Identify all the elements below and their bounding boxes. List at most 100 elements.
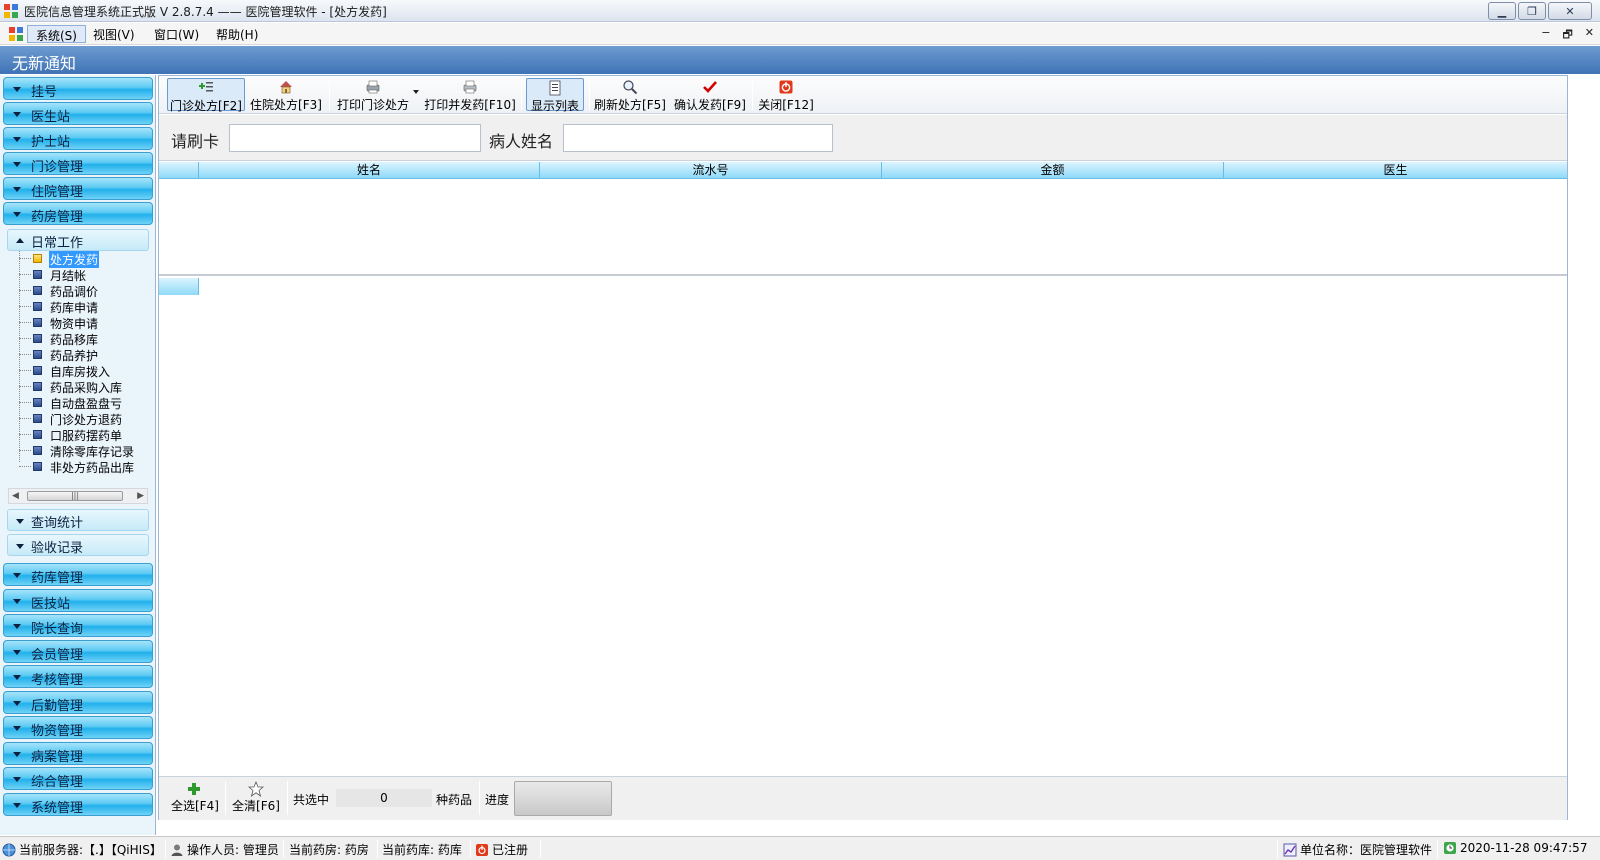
sidebar-module-medtech[interactable]: 医技站 — [3, 589, 153, 612]
star-icon — [248, 781, 264, 797]
column-header-serial[interactable]: 流水号 — [540, 162, 882, 179]
status-bar: 当前服务器:【.】【QiHIS】 操作人员: 管理员 当前药房: 药房 当前药库… — [0, 836, 1600, 860]
bottombar-separator — [287, 781, 288, 815]
sidebar-module-assessment[interactable]: 考核管理 — [3, 665, 153, 688]
server-status: 当前服务器:【.】【QiHIS】 — [2, 841, 162, 858]
minimize-icon[interactable]: ▁ — [1488, 2, 1516, 20]
inpatient-prescription-button[interactable]: 住院处方[F3] — [249, 78, 323, 112]
status-separator — [470, 840, 471, 858]
patient-name-label: 病人姓名 — [489, 132, 554, 151]
selected-count: 0 — [336, 789, 432, 807]
chevron-down-icon — [13, 650, 21, 655]
sidebar-module-doctor[interactable]: 医生站 — [3, 102, 153, 125]
chevron-down-icon — [13, 87, 21, 92]
sidebar-module-inpatient[interactable]: 住院管理 — [3, 177, 153, 200]
toolbar-separator — [589, 80, 590, 110]
print-outpatient-button[interactable]: 打印门诊处方 — [333, 78, 413, 112]
user-icon — [171, 844, 183, 856]
sidebar-module-registration[interactable]: 挂号 — [3, 77, 153, 100]
document-icon — [33, 350, 42, 359]
card-input[interactable] — [229, 124, 481, 152]
column-header-name[interactable]: 姓名 — [199, 162, 540, 179]
status-separator — [283, 840, 284, 858]
dropdown-arrow-icon[interactable] — [413, 90, 419, 94]
window-title: 医院信息管理系统正式版 V 2.8.7.4 —— 医院管理软件 - [处方发药] — [24, 5, 387, 19]
sidebar-module-system[interactable]: 系统管理 — [3, 793, 153, 816]
refresh-prescription-button[interactable]: 刷新处方[F5] — [593, 78, 667, 112]
sidebar-module-membership[interactable]: 会员管理 — [3, 640, 153, 663]
column-header-doctor[interactable]: 医生 — [1224, 162, 1567, 179]
chevron-down-icon — [13, 573, 21, 578]
close-icon[interactable]: ✕ — [1548, 2, 1592, 20]
grid-header: 姓名 流水号 金额 医生 — [159, 162, 1567, 179]
document-icon — [33, 286, 42, 295]
plus-icon — [188, 783, 200, 795]
sidebar-module-warehouse[interactable]: 药库管理 — [3, 563, 153, 586]
select-all-button[interactable]: 全选[F4] — [171, 780, 219, 814]
document-icon — [33, 302, 42, 311]
document-icon — [33, 414, 42, 423]
restore-icon[interactable]: ❐ — [1518, 2, 1546, 20]
chart-icon — [1283, 843, 1297, 857]
prescription-grid[interactable]: 姓名 流水号 金额 医生 — [159, 162, 1567, 276]
selected-prefix-label: 共选中 — [293, 793, 330, 807]
sidebar-module-general[interactable]: 综合管理 — [3, 767, 153, 790]
group-acceptance-records[interactable]: 验收记录 — [7, 534, 149, 556]
clear-all-button[interactable]: 全清[F6] — [231, 780, 281, 814]
menu-system[interactable]: 系统(S) — [27, 25, 86, 43]
menu-view[interactable]: 视图(V) — [85, 25, 143, 43]
menu-window[interactable]: 窗口(W) — [146, 25, 207, 43]
notice-bar: 无新通知 — [0, 46, 1600, 74]
sidebar-module-records[interactable]: 病案管理 — [3, 742, 153, 765]
list-icon — [549, 80, 561, 96]
scroll-thumb[interactable]: ||| — [27, 491, 123, 501]
print-and-dispense-button[interactable]: 打印并发药[F10] — [423, 78, 517, 112]
chevron-down-icon — [16, 519, 24, 524]
document-icon — [33, 366, 42, 375]
tree-horizontal-scrollbar[interactable]: ◀ ||| ▶ — [8, 488, 148, 504]
show-list-button[interactable]: 显示列表 — [526, 78, 584, 113]
group-daily-work[interactable]: 日常工作 — [7, 229, 149, 251]
progress-bar — [514, 781, 612, 816]
status-separator — [1437, 840, 1438, 858]
globe-icon — [2, 843, 16, 857]
sidebar-module-director[interactable]: 院长查询 — [3, 614, 153, 637]
checkmark-icon — [703, 81, 717, 93]
patient-name-input[interactable] — [563, 124, 833, 152]
operator-status: 操作人员: 管理员 — [170, 841, 279, 858]
registered-icon — [476, 844, 488, 856]
mdi-minimize-icon[interactable]: − — [1541, 26, 1550, 45]
column-header-amount[interactable]: 金额 — [882, 162, 1224, 179]
chevron-down-icon — [16, 544, 24, 549]
daily-work-tree: 处方发药 月结帐 药品调价 药库申请 物资申请 药品移库 药品养护 自库房拨入 … — [8, 251, 150, 481]
chevron-down-icon — [13, 675, 21, 680]
mdi-close-icon[interactable]: ✕ — [1585, 26, 1594, 45]
close-button[interactable]: 关闭[F12] — [757, 78, 815, 112]
mdi-restore-icon[interactable]: 🗗 — [1562, 26, 1572, 45]
group-query-stats[interactable]: 查询统计 — [7, 509, 149, 531]
print-stack-icon — [366, 80, 380, 94]
scroll-right-icon[interactable]: ▶ — [137, 491, 144, 501]
menu-bar: 系统(S) 视图(V) 窗口(W) 帮助(H) − 🗗 ✕ — [0, 23, 1600, 45]
sidebar-module-nurse[interactable]: 护士站 — [3, 127, 153, 150]
sidebar-module-logistics[interactable]: 后勤管理 — [3, 691, 153, 714]
scroll-left-icon[interactable]: ◀ — [12, 491, 19, 501]
sidebar-module-pharmacy[interactable]: 药房管理 — [3, 202, 153, 225]
toolbar-separator — [329, 80, 330, 110]
document-icon — [33, 270, 42, 279]
chevron-down-icon — [13, 112, 21, 117]
document-icon — [33, 334, 42, 343]
main-panel: 门诊处方[F2] 住院处方[F3] 打印门诊处方 打印并发药[F10] 显示列表… — [158, 75, 1568, 820]
chevron-up-icon — [16, 238, 24, 243]
chevron-down-icon — [13, 187, 21, 192]
chevron-down-icon — [13, 701, 21, 706]
bottom-bar: 全选[F4] 全清[F6] 共选中 0 种药品 进度 — [159, 776, 1567, 820]
outpatient-prescription-button[interactable]: 门诊处方[F2] — [167, 78, 245, 113]
chevron-down-icon — [13, 726, 21, 731]
confirm-dispense-button[interactable]: 确认发药[F9] — [673, 78, 747, 112]
system-menu-icon[interactable] — [8, 26, 24, 42]
status-separator — [377, 840, 378, 858]
sidebar-module-materials[interactable]: 物资管理 — [3, 716, 153, 739]
menu-help[interactable]: 帮助(H) — [208, 25, 266, 43]
sidebar-module-outpatient[interactable]: 门诊管理 — [3, 152, 153, 175]
